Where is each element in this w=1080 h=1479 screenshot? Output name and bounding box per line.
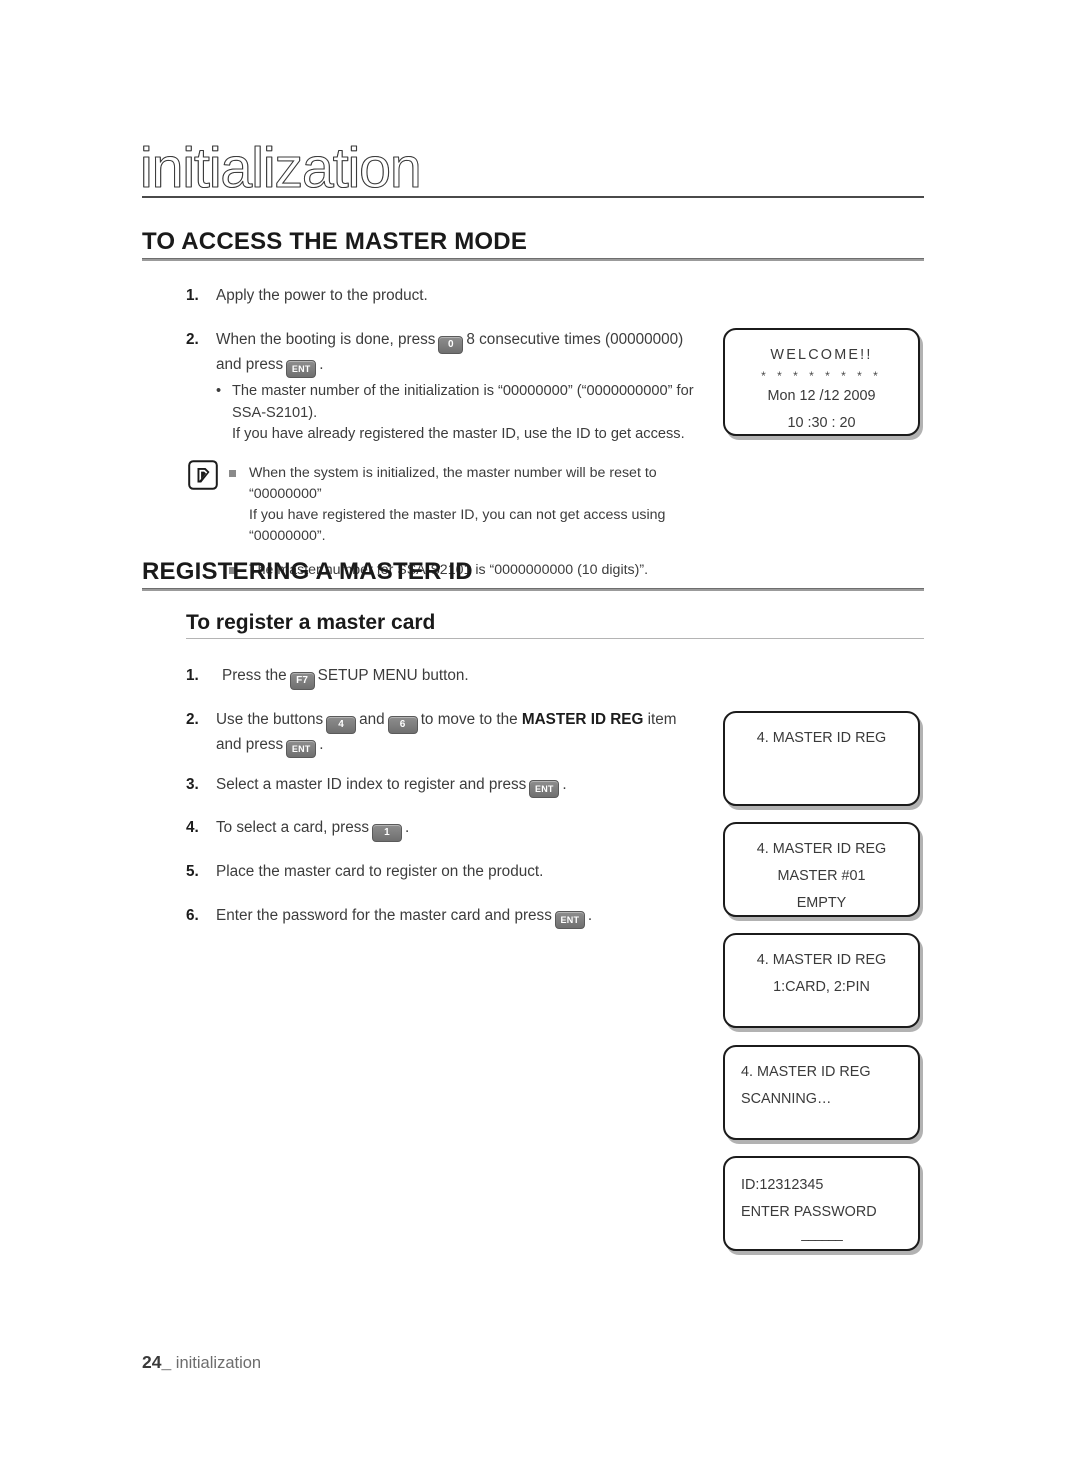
step-register-4: 4. To select a card, press 1. xyxy=(186,817,706,842)
step-number: 2. xyxy=(186,331,199,348)
step-text: Press the F7 SETUP MENU button. xyxy=(222,665,706,690)
step-register-5: 5. Place the master card to register on … xyxy=(186,861,706,883)
step-access-2: 2. When the booting is done, press 0 8 con… xyxy=(186,329,706,378)
step-text-part-b: . xyxy=(405,819,410,836)
step-text-part-a: Enter the password for the master card a… xyxy=(216,907,552,924)
lcd-line-3: Mon 12 /12 2009 xyxy=(767,388,876,404)
step-text-part-a: To select a card, press xyxy=(216,819,370,836)
key-ent[interactable]: ENT xyxy=(286,360,317,378)
step-text-mid: and xyxy=(359,711,385,728)
step-text-part-a: Use the buttons xyxy=(216,711,324,728)
step-text: Apply the power to the product. xyxy=(216,287,428,304)
lcd-line-1: WELCOME!! xyxy=(770,347,873,363)
lcd-line-2: ENTER PASSWORD xyxy=(741,1204,877,1220)
note-pencil-icon xyxy=(188,460,218,490)
lcd-display-master-id-reg-2: 4. MASTER ID REG MASTER #01 EMPTY xyxy=(723,822,920,917)
footer-page-number: 24_ xyxy=(142,1352,172,1372)
step-text-part-b: . xyxy=(587,907,593,924)
step-register-2: 2. Use the buttons 4 and 6 to move to the MA… xyxy=(186,709,706,758)
lcd-line-3: –––––– xyxy=(801,1231,843,1247)
step-text-part-b: . xyxy=(562,776,567,793)
step-text-bold: MASTER ID REG xyxy=(521,711,644,728)
key-0[interactable]: 0 xyxy=(438,336,464,354)
lcd-display-master-id-reg-3: 4. MASTER ID REG 1:CARD, 2:PIN xyxy=(723,933,920,1028)
step-text-part-b: SETUP MENU button. xyxy=(317,667,469,684)
step-text: Enter the password for the master card a… xyxy=(216,905,706,929)
sub-heading-register-master-card: To register a master card xyxy=(186,611,436,634)
step-number: 6. xyxy=(186,907,199,924)
step-text-part-b: to move to the xyxy=(420,711,518,728)
note-line-2: If you have registered the master ID, yo… xyxy=(249,507,666,544)
lcd-line-2: * * * * * * * * xyxy=(761,369,882,383)
note-item: When the system is initialized, the mast… xyxy=(227,463,717,547)
section-heading-access-master-mode: TO ACCESS THE MASTER MODE xyxy=(142,228,528,255)
section-heading-registering-master-id: REGISTERING A MASTER ID xyxy=(142,558,473,585)
section-divider-registering xyxy=(142,588,924,591)
step-register-6: 6. Enter the password for the master car… xyxy=(186,905,706,929)
lcd-line-4: 10 :30 : 20 xyxy=(787,415,856,431)
lcd-display-master-id-reg-4: 4. MASTER ID REG SCANNING… xyxy=(723,1045,920,1140)
step-number: 1. xyxy=(186,667,199,684)
footer-label: initialization xyxy=(175,1354,262,1372)
page-footer: 24_ initialization xyxy=(142,1352,261,1373)
page-title: initialization xyxy=(140,136,423,200)
lcd-line-3: EMPTY xyxy=(796,895,847,911)
step-text: Use the buttons 4 and 6 to move to the MASTE… xyxy=(216,709,706,758)
lcd-display-master-id-reg-1: 4. MASTER ID REG xyxy=(723,711,920,806)
sub-bullet-line-3: If you have already registered the maste… xyxy=(232,426,685,442)
step-text: To select a card, press 1. xyxy=(216,817,706,842)
step-text-part-c: . xyxy=(319,356,324,373)
step-text-part-a: When the booting is done, press xyxy=(216,331,436,348)
step-text-part-a: Select a master ID index to register and… xyxy=(216,776,527,793)
key-ent[interactable]: ENT xyxy=(529,780,560,798)
step-text: Place the master card to register on the… xyxy=(216,863,544,880)
key-4[interactable]: 4 xyxy=(326,716,357,734)
title-divider xyxy=(142,196,924,198)
step-text: Select a master ID index to register and… xyxy=(216,774,706,798)
lcd-line-1: 4. MASTER ID REG xyxy=(741,1064,871,1080)
step-text-part-d: . xyxy=(319,736,324,753)
lcd-line-2: 1:CARD, 2:PIN xyxy=(773,979,870,995)
bullet-dot-icon: • xyxy=(216,383,222,399)
lcd-line-1: 4. MASTER ID REG xyxy=(756,952,887,968)
section-divider-access xyxy=(142,258,924,261)
key-ent[interactable]: ENT xyxy=(554,911,585,929)
lcd-display-welcome: WELCOME!! * * * * * * * * Mon 12 /12 200… xyxy=(723,328,920,436)
step-number: 1. xyxy=(186,287,199,304)
step-text-part-a: Press the xyxy=(222,667,287,684)
step-number: 3. xyxy=(186,776,199,793)
step-text: When the booting is done, press 0 8 consec… xyxy=(216,329,706,378)
step-number: 2. xyxy=(186,711,199,728)
step-register-3: 3. Select a master ID index to register … xyxy=(186,774,706,798)
key-1[interactable]: 1 xyxy=(372,824,403,842)
sub-bullet-master-number: • The master number of the initializatio… xyxy=(216,381,716,446)
lcd-line-1: ID:12312345 xyxy=(741,1177,824,1193)
step-number: 4. xyxy=(186,819,199,836)
sub-bullet-line-1: The master number of the initialization … xyxy=(232,383,694,399)
manual-page: initialization TO ACCESS THE MASTER MODE… xyxy=(0,0,1080,1479)
key-ent[interactable]: ENT xyxy=(286,740,317,758)
lcd-display-enter-password: ID:12312345 ENTER PASSWORD –––––– xyxy=(723,1156,920,1251)
sub-heading-divider xyxy=(186,638,924,639)
lcd-line-2: SCANNING… xyxy=(741,1091,832,1107)
sub-bullet-line-2: SSA-S2101). xyxy=(232,404,318,421)
lcd-line-1: 4. MASTER ID REG xyxy=(756,841,887,857)
square-bullet-icon xyxy=(229,470,236,477)
step-register-1: 1. Press the F7 SETUP MENU button. xyxy=(186,665,706,690)
key-f7[interactable]: F7 xyxy=(289,672,315,690)
key-6[interactable]: 6 xyxy=(387,716,418,734)
step-access-1: 1. Apply the power to the product. xyxy=(186,285,706,307)
lcd-line-2: MASTER #01 xyxy=(777,868,866,884)
note-line-1: When the system is initialized, the mast… xyxy=(249,465,657,502)
step-number: 5. xyxy=(186,863,199,880)
lcd-line-1: 4. MASTER ID REG xyxy=(756,730,887,746)
